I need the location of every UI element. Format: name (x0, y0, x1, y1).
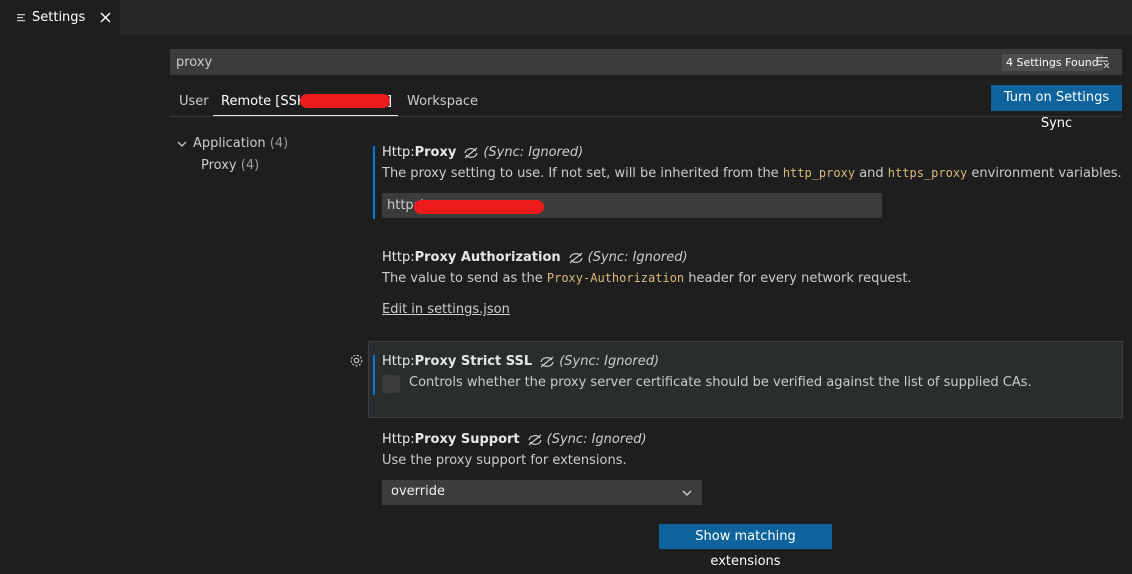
setting-title-proxy: Http: Proxy (Sync: Ignored) (382, 145, 583, 160)
sync-ignored-icon (464, 147, 478, 158)
desc-text: The value to send as the (382, 271, 547, 286)
sync-ignored-tag: (Sync: Ignored) (463, 145, 583, 160)
settings-search-box: 4 Settings Found (170, 49, 1122, 75)
code-https-proxy: https_proxy (887, 166, 968, 180)
redaction-mark (300, 94, 390, 108)
chevron-down-icon (177, 141, 187, 147)
toc-item-proxy[interactable]: Proxy (4) (201, 158, 259, 173)
redaction-mark (414, 200, 544, 214)
sync-ignored-label: Sync: Ignored (564, 354, 654, 369)
proxy-support-select[interactable]: override (382, 480, 702, 505)
sync-ignored-icon (569, 252, 583, 263)
setting-category: Http: (382, 250, 415, 265)
setting-title-proxy-strict-ssl: Http: Proxy Strict SSL (Sync: Ignored) (382, 354, 659, 369)
tab-remote-suffix: ] (387, 94, 393, 109)
toc-group-application[interactable]: Application (4) (176, 136, 288, 151)
setting-category: Http: (382, 145, 415, 160)
modified-indicator (373, 355, 375, 395)
modified-indicator (373, 146, 375, 219)
sync-ignored-label: Sync: Ignored (551, 432, 642, 447)
setting-desc-proxy-authorization: The value to send as the Proxy-Authoriza… (382, 271, 912, 286)
desc-text: environment variables. (967, 166, 1122, 181)
chevron-down-icon (682, 490, 692, 496)
tab-remote-label: Remote [SSH: (221, 94, 312, 109)
desc-text: and (855, 166, 888, 181)
toc-group-count: (4) (269, 136, 289, 151)
search-input[interactable] (176, 53, 976, 71)
sync-ignored-icon (528, 434, 542, 445)
setting-desc-proxy: The proxy setting to use. If not set, wi… (382, 166, 1122, 181)
setting-name: Proxy Support (414, 432, 520, 447)
sync-ignored-label: Sync: Ignored (592, 250, 683, 265)
edit-in-settings-json-link[interactable]: Edit in settings.json (382, 302, 510, 317)
setting-name: Proxy Authorization (414, 250, 561, 265)
close-icon[interactable] (98, 10, 112, 24)
sync-ignored-icon (540, 356, 554, 367)
show-matching-extensions-button[interactable]: Show matching extensions (659, 524, 832, 569)
code-http-proxy: http_proxy (782, 166, 856, 180)
tab-workspace[interactable]: Workspace (407, 92, 478, 116)
toc-group-label: Application (193, 136, 266, 151)
sync-ignored-tag: (Sync: Ignored) (568, 250, 688, 265)
setting-name: Proxy (414, 145, 457, 160)
setting-category: Http: (382, 354, 415, 369)
setting-name: Proxy Strict SSL (414, 354, 533, 369)
scope-tabs-divider (170, 116, 1122, 117)
gear-icon[interactable] (349, 353, 364, 368)
setting-title-proxy-authorization: Http: Proxy Authorization (Sync: Ignored… (382, 250, 688, 265)
clear-filter-icon[interactable] (1096, 56, 1110, 68)
settings-list-icon (17, 13, 25, 21)
toc-item-count: (4) (240, 158, 260, 173)
sync-ignored-tag: (Sync: Ignored) (539, 354, 659, 369)
tab-user[interactable]: User (179, 92, 209, 116)
settings-tab[interactable]: Settings (0, 0, 120, 35)
desc-text: The proxy setting to use. If not set, wi… (382, 166, 783, 181)
setting-title-proxy-support: Http: Proxy Support (Sync: Ignored) (382, 432, 647, 447)
sync-ignored-label: Sync: Ignored (488, 145, 579, 160)
select-value: override (391, 484, 445, 499)
toc-item-label: Proxy (201, 158, 237, 173)
editor-tab-bar: Settings (0, 0, 1132, 35)
setting-desc-proxy-strict-ssl: Controls whether the proxy server certif… (409, 375, 1032, 390)
setting-desc-proxy-support: Use the proxy support for extensions. (382, 453, 627, 468)
tab-label: Settings (32, 10, 86, 25)
sync-ignored-tag: (Sync: Ignored) (527, 432, 647, 447)
turn-on-settings-sync-button[interactable]: Turn on Settings Sync (991, 85, 1122, 131)
setting-category: Http: (382, 432, 415, 447)
code-proxy-authorization: Proxy-Authorization (546, 271, 685, 285)
proxy-strict-ssl-checkbox[interactable] (382, 375, 400, 393)
desc-text: header for every network request. (684, 271, 912, 286)
results-count-badge: 4 Settings Found (1002, 54, 1103, 71)
